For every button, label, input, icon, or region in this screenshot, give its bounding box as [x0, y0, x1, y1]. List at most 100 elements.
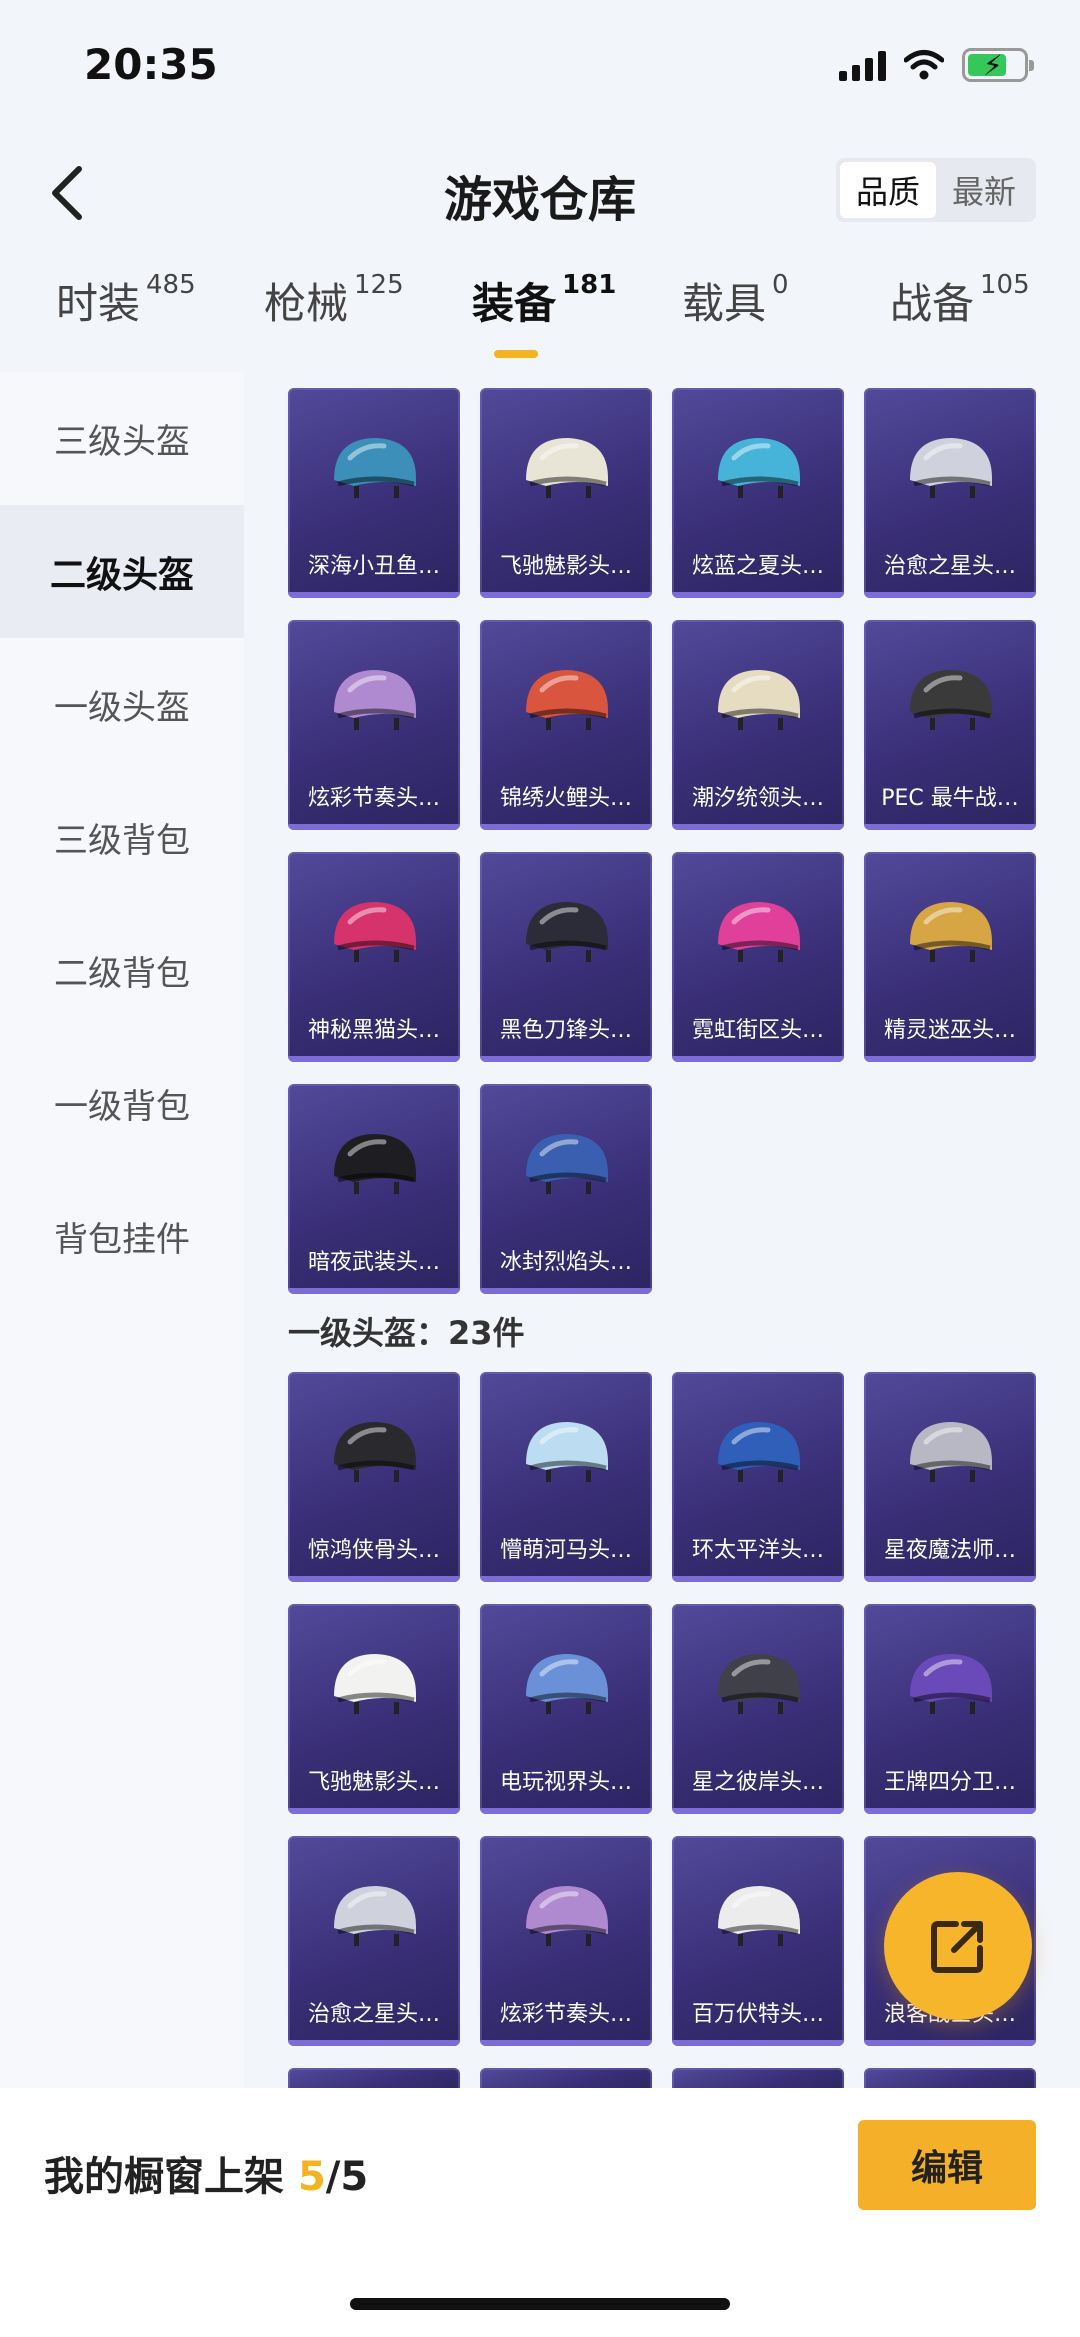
item-card[interactable]: 炫蓝之夏头…	[672, 388, 844, 598]
sort-newest-button[interactable]: 最新	[936, 162, 1032, 218]
item-card[interactable]: 冰封烈焰头…	[480, 1084, 652, 1294]
item-name: 治愈之星头…	[307, 2002, 440, 2027]
item-card[interactable]: 深海小丑鱼…	[288, 388, 460, 598]
item-card[interactable]: 治愈之星头…	[864, 388, 1036, 598]
item-card[interactable]: PEC 最牛战…	[864, 620, 1036, 830]
helmet-icon	[718, 670, 800, 730]
item-name: 精灵迷巫头…	[883, 1018, 1016, 1043]
level2-helmet-grid: 深海小丑鱼… 飞驰魅影头… 炫蓝之夏头… 治愈之星头… 炫彩节奏头… 锦绣火鲤头… 潮汐统领…	[288, 388, 1036, 1294]
item-card[interactable]: 治愈之星头…	[288, 1836, 460, 2046]
item-card[interactable]: 环太平洋头…	[672, 1372, 844, 1582]
item-name: 王牌四分卫…	[883, 1770, 1016, 1795]
item-name: 飞驰魅影头…	[307, 1770, 440, 1795]
active-tab-indicator	[494, 350, 538, 358]
sidebar-item-level3-backpack[interactable]: 三级背包	[0, 771, 244, 904]
helmet-icon	[526, 902, 608, 962]
tab-fashion[interactable]: 时装 485	[56, 270, 196, 331]
sidebar-item-level2-backpack[interactable]: 二级背包	[0, 904, 244, 1037]
tab-guns[interactable]: 枪械 125	[264, 270, 404, 331]
item-name: 星夜魔法师…	[883, 1538, 1016, 1563]
item-card[interactable]: 星夜魔法师…	[864, 1372, 1036, 1582]
item-card[interactable]: 霓虹街区头…	[672, 852, 844, 1062]
item-card[interactable]: 黑色刀锋头…	[480, 852, 652, 1062]
helmet-icon	[910, 1654, 992, 1714]
helmet-icon	[334, 670, 416, 730]
category-tabs: 时装 485 枪械 125 装备 181 载具 0 战备 105	[0, 270, 1080, 370]
sort-toggle: 品质 最新	[836, 158, 1036, 222]
helmet-icon	[718, 438, 800, 498]
helmet-icon	[718, 902, 800, 962]
helmet-icon	[526, 1422, 608, 1482]
helmet-icon	[334, 1422, 416, 1482]
helmet-icon	[526, 670, 608, 730]
showcase-total: /5	[325, 2154, 369, 2200]
helmet-icon	[526, 438, 608, 498]
tab-equipment[interactable]: 装备 181	[472, 270, 616, 331]
share-icon	[931, 1921, 983, 1973]
helmet-icon	[334, 1134, 416, 1194]
item-card[interactable]: 暗夜武装头…	[288, 1084, 460, 1294]
item-card[interactable]: 百万伏特头…	[672, 1836, 844, 2046]
status-icons: ⚡	[839, 48, 1034, 82]
tab-label: 战备	[890, 279, 975, 328]
item-grid-area: 深海小丑鱼… 飞驰魅影头… 炫蓝之夏头… 治愈之星头… 炫彩节奏头… 锦绣火鲤头… 潮汐统领…	[244, 372, 1080, 2092]
item-name: 电玩视界头…	[499, 1770, 632, 1795]
item-card[interactable]: 潮汐统领头…	[672, 620, 844, 830]
item-name: 环太平洋头…	[691, 1538, 824, 1563]
sidebar-item-level1-backpack[interactable]: 一级背包	[0, 1037, 244, 1170]
item-name: 霓虹街区头…	[691, 1018, 824, 1043]
sidebar-item-backpack-charm[interactable]: 背包挂件	[0, 1170, 244, 1303]
tab-label: 时装	[56, 279, 141, 328]
helmet-icon	[718, 1422, 800, 1482]
helmet-icon	[334, 1886, 416, 1946]
sort-quality-button[interactable]: 品质	[840, 162, 936, 218]
item-name: 神秘黑猫头…	[307, 1018, 440, 1043]
header: 游戏仓库 品质 最新	[0, 140, 1080, 240]
item-card[interactable]: 神秘黑猫头…	[288, 852, 460, 1062]
item-card[interactable]: 炫彩节奏头…	[480, 1836, 652, 2046]
sidebar-item-level2-helmet[interactable]: 二级头盔	[0, 505, 244, 638]
item-name: 暗夜武装头…	[307, 1250, 440, 1275]
showcase-count: 5	[297, 2154, 326, 2200]
helmet-icon	[718, 1654, 800, 1714]
status-bar: 20:35 ⚡	[0, 0, 1080, 130]
item-name: 飞驰魅影头…	[499, 554, 632, 579]
helmet-icon	[334, 438, 416, 498]
tab-label: 装备	[472, 279, 557, 328]
item-name: 锦绣火鲤头…	[499, 786, 632, 811]
item-name: 黑色刀锋头…	[499, 1018, 632, 1043]
item-card[interactable]: 惊鸿侠骨头…	[288, 1372, 460, 1582]
item-card[interactable]: 炫彩节奏头…	[288, 620, 460, 830]
share-button[interactable]	[884, 1872, 1032, 2020]
wifi-icon	[904, 50, 944, 80]
item-card[interactable]: 飞驰魅影头…	[288, 1604, 460, 1814]
helmet-icon	[526, 1134, 608, 1194]
sidebar-item-level3-helmet[interactable]: 三级头盔	[0, 372, 244, 505]
edit-button[interactable]: 编辑	[858, 2120, 1036, 2210]
item-name: 炫彩节奏头…	[307, 786, 440, 811]
item-name: 百万伏特头…	[691, 2002, 824, 2027]
item-card[interactable]: 精灵迷巫头…	[864, 852, 1036, 1062]
tab-combat[interactable]: 战备 105	[890, 270, 1030, 331]
helmet-icon	[910, 1422, 992, 1482]
tab-label: 枪械	[264, 279, 349, 328]
item-card[interactable]: 锦绣火鲤头…	[480, 620, 652, 830]
signal-icon	[839, 49, 886, 81]
item-card[interactable]: 懵萌河马头…	[480, 1372, 652, 1582]
sidebar-item-level1-helmet[interactable]: 一级头盔	[0, 638, 244, 771]
item-card[interactable]: 王牌四分卫…	[864, 1604, 1036, 1814]
item-name: 懵萌河马头…	[499, 1538, 632, 1563]
helmet-icon	[718, 1886, 800, 1946]
item-name: 潮汐统领头…	[691, 786, 824, 811]
item-card[interactable]: 星之彼岸头…	[672, 1604, 844, 1814]
tab-vehicles[interactable]: 载具 0	[682, 270, 789, 331]
item-card[interactable]: 电玩视界头…	[480, 1604, 652, 1814]
tab-count: 0	[772, 270, 789, 300]
item-card[interactable]: 飞驰魅影头…	[480, 388, 652, 598]
helmet-icon	[910, 902, 992, 962]
item-name: 惊鸿侠骨头…	[307, 1538, 440, 1563]
tab-label: 载具	[682, 279, 767, 328]
helmet-icon	[334, 1654, 416, 1714]
showcase-label: 我的橱窗上架	[44, 2154, 284, 2200]
item-name: PEC 最牛战…	[881, 786, 1019, 811]
